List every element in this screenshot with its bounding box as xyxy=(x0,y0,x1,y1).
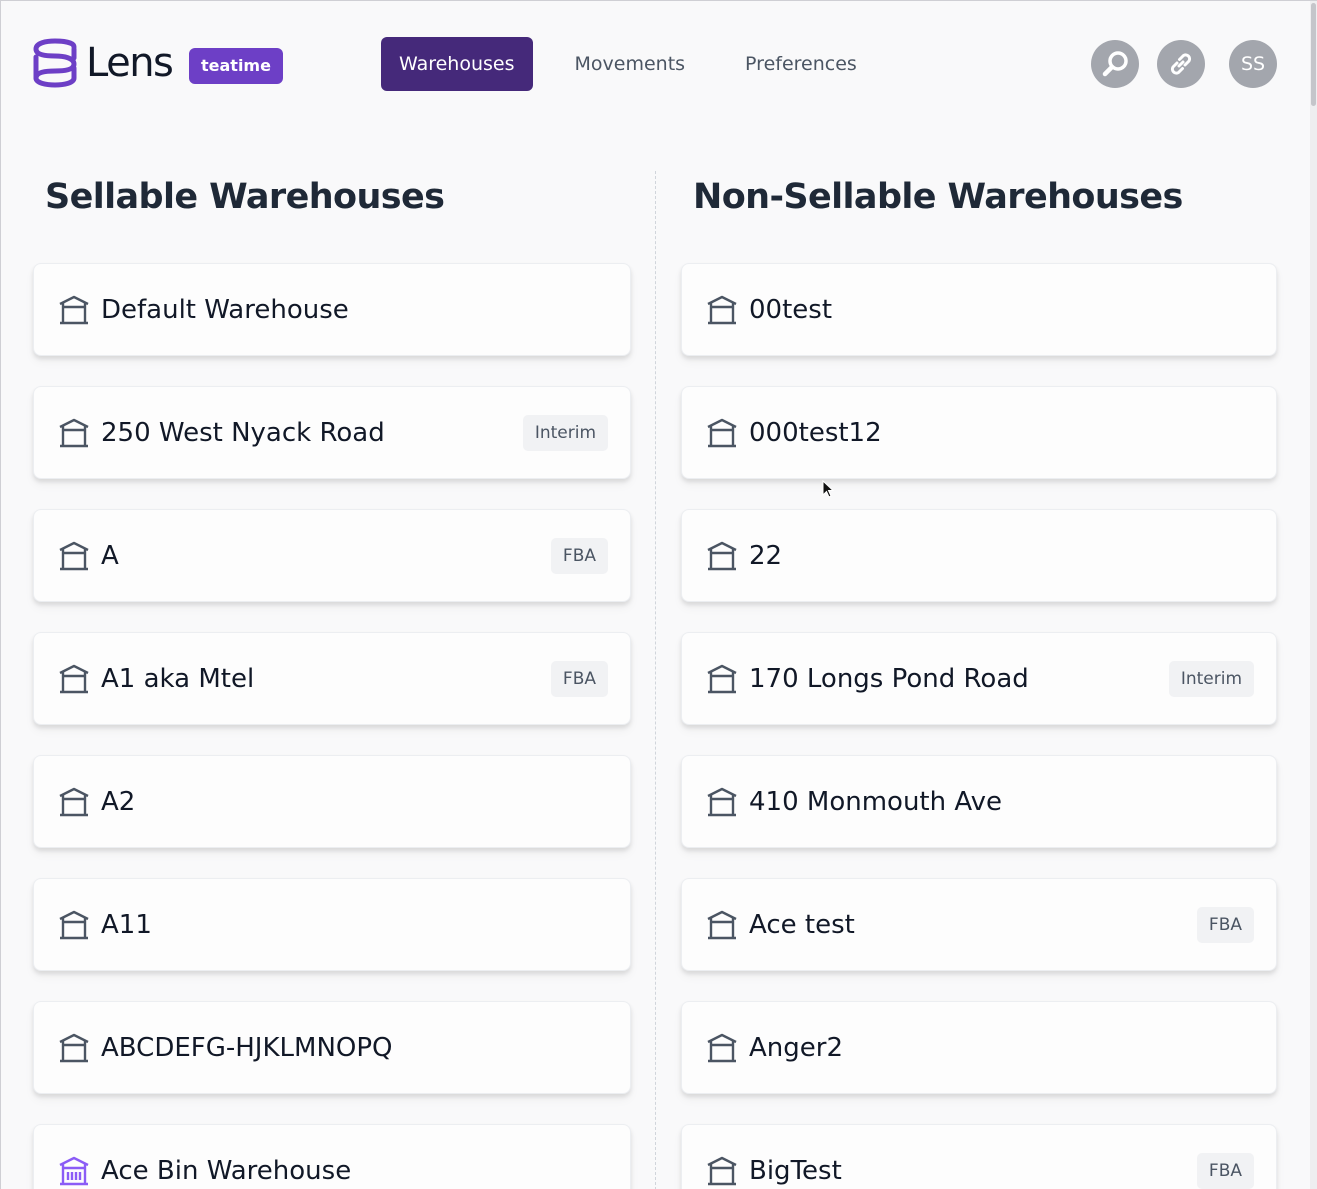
warehouse-name: 410 Monmouth Ave xyxy=(749,787,1003,817)
warehouse-icon xyxy=(706,664,738,694)
warehouse-type-badge: FBA xyxy=(1196,907,1254,943)
user-avatar[interactable]: SS xyxy=(1229,40,1277,88)
app-logo[interactable]: Lens xyxy=(32,38,174,88)
warehouse-name: Default Warehouse xyxy=(101,295,349,325)
warehouse-icon xyxy=(58,787,90,817)
warehouse-icon xyxy=(706,418,738,448)
warehouse-name: BigTest xyxy=(749,1156,842,1186)
warehouse-card[interactable]: Ace test FBA xyxy=(681,878,1277,971)
mouse-cursor-icon xyxy=(822,480,835,498)
main-nav: Warehouses Movements Preferences xyxy=(381,37,899,91)
warehouse-icon xyxy=(706,787,738,817)
warehouse-icon xyxy=(58,664,90,694)
warehouse-icon xyxy=(706,1033,738,1063)
warehouse-name: 000test12 xyxy=(749,418,882,448)
warehouse-name: 22 xyxy=(749,541,783,571)
search-icon xyxy=(1102,51,1128,77)
warehouse-icon xyxy=(58,910,90,940)
nav-warehouses[interactable]: Warehouses xyxy=(381,37,533,91)
warehouse-name: Ace Bin Warehouse xyxy=(101,1156,352,1186)
warehouse-card[interactable]: 00test xyxy=(681,263,1277,356)
warehouse-name: 00test xyxy=(749,295,833,325)
warehouse-type-badge: FBA xyxy=(550,538,608,574)
warehouse-name: 170 Longs Pond Road xyxy=(749,664,1029,694)
warehouse-card[interactable]: A1 aka Mtel FBA xyxy=(33,632,631,725)
warehouse-card[interactable]: A11 xyxy=(33,878,631,971)
warehouse-name: A2 xyxy=(101,787,136,817)
warehouse-card[interactable]: 170 Longs Pond Road Interim xyxy=(681,632,1277,725)
column-divider xyxy=(655,171,656,1189)
warehouse-icon xyxy=(58,1033,90,1063)
warehouse-card[interactable]: Anger2 xyxy=(681,1001,1277,1094)
warehouse-type-badge: FBA xyxy=(1196,1153,1254,1189)
tenant-badge[interactable]: teatime xyxy=(189,48,283,84)
warehouse-icon xyxy=(706,1156,738,1186)
nav-movements[interactable]: Movements xyxy=(557,37,704,91)
nav-preferences[interactable]: Preferences xyxy=(727,37,875,91)
sellable-title: Sellable Warehouses xyxy=(45,177,445,217)
warehouse-card[interactable]: ABCDEFG-HJKLMNOPQ xyxy=(33,1001,631,1094)
warehouse-icon xyxy=(58,418,90,448)
warehouse-name: A1 aka Mtel xyxy=(101,664,255,694)
lens-logo-icon xyxy=(33,38,77,88)
warehouse-icon xyxy=(58,541,90,571)
app-header: Lens teatime Warehouses Movements Prefer… xyxy=(1,1,1311,131)
warehouse-card[interactable]: Ace Bin Warehouse xyxy=(33,1124,631,1189)
scroll-thumb[interactable] xyxy=(1311,3,1316,106)
non-sellable-title: Non-Sellable Warehouses xyxy=(693,177,1183,217)
warehouse-card[interactable]: Default Warehouse xyxy=(33,263,631,356)
app-name: Lens xyxy=(86,40,174,86)
warehouse-type-badge: Interim xyxy=(522,415,608,451)
search-button[interactable] xyxy=(1091,40,1139,88)
warehouse-name: Ace test xyxy=(749,910,855,940)
link-icon xyxy=(1170,53,1192,75)
warehouse-icon xyxy=(58,295,90,325)
warehouse-card[interactable]: 22 xyxy=(681,509,1277,602)
warehouse-name: 250 West Nyack Road xyxy=(101,418,385,448)
warehouse-card[interactable]: 410 Monmouth Ave xyxy=(681,755,1277,848)
warehouse-name: A11 xyxy=(101,910,152,940)
warehouse-name: A xyxy=(101,541,119,571)
page-scrollbar[interactable] xyxy=(1310,1,1317,1189)
warehouse-card[interactable]: 000test12 xyxy=(681,386,1277,479)
warehouse-name: ABCDEFG-HJKLMNOPQ xyxy=(101,1033,393,1063)
warehouse-icon xyxy=(706,295,738,325)
warehouse-card[interactable]: 250 West Nyack Road Interim xyxy=(33,386,631,479)
warehouse-name: Anger2 xyxy=(749,1033,843,1063)
warehouse-icon xyxy=(706,541,738,571)
bin-warehouse-icon xyxy=(58,1156,90,1186)
warehouse-type-badge: FBA xyxy=(550,661,608,697)
warehouse-card[interactable]: A2 xyxy=(33,755,631,848)
warehouse-card[interactable]: BigTest FBA xyxy=(681,1124,1277,1189)
warehouse-icon xyxy=(706,910,738,940)
warehouse-card[interactable]: A FBA xyxy=(33,509,631,602)
warehouse-type-badge: Interim xyxy=(1168,661,1254,697)
link-button[interactable] xyxy=(1157,40,1205,88)
